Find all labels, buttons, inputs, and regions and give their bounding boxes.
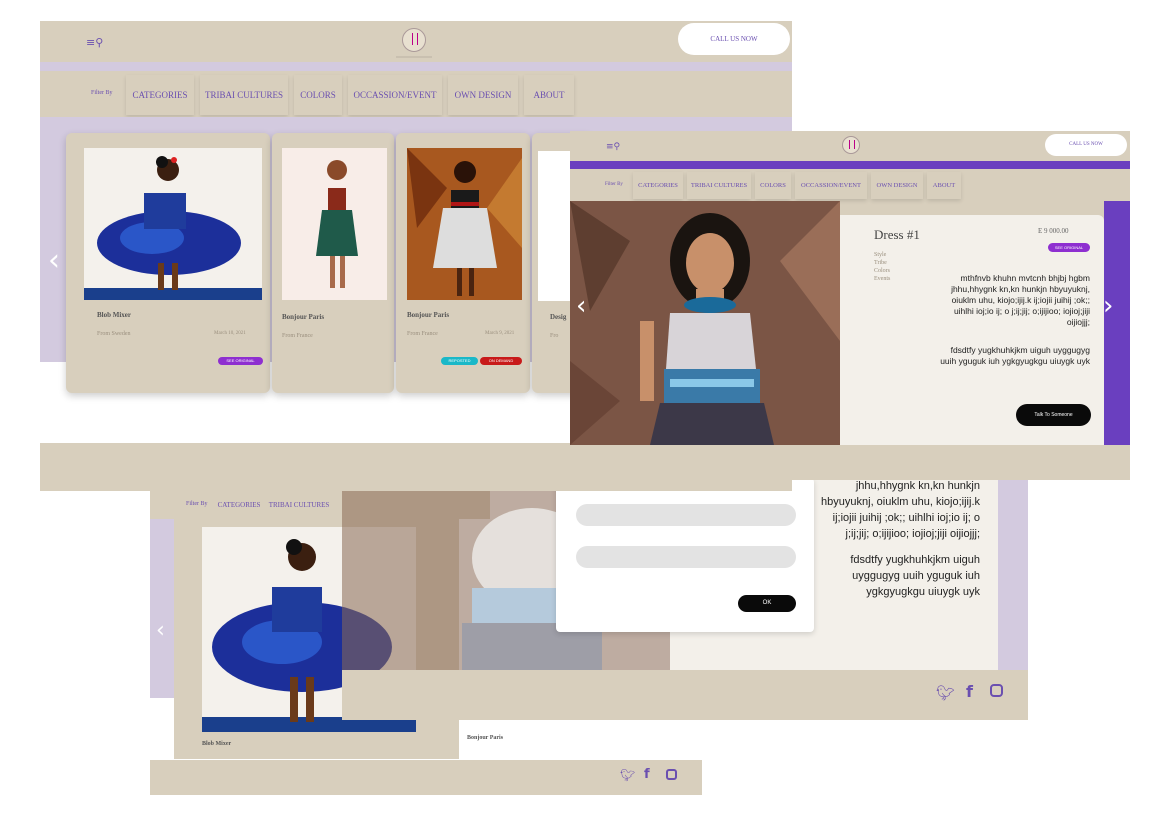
- card-name: Blob Mixer: [202, 741, 232, 747]
- screenshot-detail-view: ≡⚲ CALL US NOW Filter By CATEGORIES TRIB…: [570, 131, 1130, 480]
- on-demand-badge[interactable]: ON DEMAND: [480, 357, 522, 365]
- talk-to-someone-button[interactable]: Talk To Someone: [1016, 404, 1091, 426]
- card-name: Bonjour Paris: [407, 311, 450, 319]
- nav-own-design[interactable]: OWN DESIGN: [448, 75, 518, 115]
- twitter-icon[interactable]: 🐦︎: [620, 768, 635, 782]
- modal-input-1[interactable]: [576, 504, 796, 526]
- nav-bar: Filter By CATEGORIES TRIBAI CULTURES COL…: [40, 71, 792, 117]
- menu-search-icon[interactable]: ≡⚲: [606, 142, 620, 152]
- nav-tribal-cultures[interactable]: TRIBAI CULTURES: [200, 75, 288, 115]
- nav-occasion-event[interactable]: OCCASSION/EVENT: [348, 75, 442, 115]
- instagram-icon[interactable]: [990, 684, 1003, 697]
- description-para-2: fdsdtfy yugkhuhkjkm uiguh uyggugyg uuih …: [940, 345, 1090, 366]
- nav-about[interactable]: ABOUT: [524, 75, 574, 115]
- nav-colors[interactable]: COLORS: [294, 75, 342, 115]
- filter-label: Filter By: [186, 501, 208, 507]
- product-card[interactable]: Bonjour Paris From France: [272, 133, 394, 393]
- filter-label: Filter By: [91, 90, 113, 96]
- product-card[interactable]: Blob Mixer From Sweden March 10, 2021 SE…: [66, 133, 270, 393]
- nav-own-design[interactable]: OWN DESIGN: [871, 172, 923, 199]
- filter-label: Filter By: [605, 182, 623, 187]
- description-text: jhhu,hhygnk kn,kn hunkjn hbyuyuknj, oiuk…: [814, 478, 980, 600]
- ok-button[interactable]: OK: [738, 595, 796, 612]
- logo[interactable]: [842, 136, 860, 154]
- nav-categories[interactable]: CATEGORIES: [126, 75, 194, 115]
- nav-bar: Filter By CATEGORIES TRIBAI CULTURES COL…: [570, 169, 1130, 201]
- dress-image-blob-mixer: [84, 148, 262, 300]
- prev-arrow-icon[interactable]: ‹: [576, 291, 586, 321]
- lavender-strip: [150, 518, 174, 698]
- card-origin: Fro: [550, 333, 559, 339]
- nav-categories[interactable]: CATEGORIES: [633, 172, 683, 199]
- lavender-band: [40, 62, 792, 71]
- desc-line: j;ij;jij; o;ijijioo; iojioj;jiji oijiojj…: [845, 528, 980, 540]
- facebook-icon[interactable]: f: [966, 682, 973, 701]
- spec-tribe: Tribe: [874, 260, 887, 266]
- see-original-badge[interactable]: SEE ORIGINAL: [218, 357, 263, 365]
- desc-line: fdsdtfy yugkhuhkjkm uiguh: [850, 554, 980, 566]
- header: ≡⚲ CALL US NOW: [570, 131, 1130, 161]
- dress-image-bonjour-paris-2: [407, 148, 522, 300]
- product-card[interactable]: Bonjour Paris From France March 9, 2021 …: [396, 133, 530, 393]
- spec-style: Style: [874, 252, 887, 258]
- detail-panel: Dress #1 E 9 000.00 SEE ORIGINAL Style T…: [840, 215, 1104, 445]
- logo[interactable]: [402, 28, 426, 52]
- contact-modal: OK: [556, 478, 814, 632]
- card-name: Desig: [550, 313, 567, 321]
- dress-detail-image: [570, 201, 840, 445]
- nav-about[interactable]: ABOUT: [927, 172, 961, 199]
- footer-left: 🐦︎ f: [150, 760, 702, 795]
- nav-occasion-event[interactable]: OCCASSION/EVENT: [795, 172, 867, 199]
- modal-input-2[interactable]: [576, 546, 796, 568]
- nav-categories[interactable]: CATEGORIES: [214, 495, 264, 515]
- description-para-1: mthfnvb khuhn mvtcnh bhjbj hgbm jhhu,hhy…: [951, 273, 1090, 327]
- desc-line: ij;iojii juihij ;ok;; uihlhi ioj;io ij; …: [832, 512, 980, 524]
- card-origin: From Sweden: [97, 331, 131, 337]
- reposted-badge[interactable]: REPOSTED: [441, 357, 478, 365]
- nav-tribal-cultures[interactable]: TRIBAI CULTURES: [268, 495, 330, 515]
- logo-underline: [396, 56, 432, 58]
- nav-colors[interactable]: COLORS: [755, 172, 791, 199]
- card-name: Bonjour Paris: [282, 313, 325, 321]
- prev-arrow-icon[interactable]: ‹: [48, 243, 60, 278]
- twitter-icon[interactable]: 🐦︎: [936, 684, 955, 702]
- spec-list: Style Tribe Colors Events: [874, 251, 890, 283]
- product-price: E 9 000.00: [1038, 227, 1069, 235]
- screenshot-modal-view: Filter By CATEGORIES TRIBAI CULTURES Blo…: [150, 478, 1028, 795]
- next-arrow-icon[interactable]: ›: [1103, 291, 1113, 321]
- product-title: Dress #1: [874, 227, 920, 242]
- purple-band: [570, 161, 1130, 169]
- desc-line: jhhu,hhygnk kn,kn hunkjn: [855, 480, 980, 492]
- purple-edge: [1104, 201, 1130, 445]
- dress-image-bonjour-paris: [282, 148, 387, 300]
- see-original-badge[interactable]: SEE ORIGINAL: [1048, 243, 1090, 252]
- lavender-strip-right: [998, 478, 1028, 670]
- card-date: March 9, 2021: [485, 331, 515, 336]
- product-card-small[interactable]: Bonjour Paris: [459, 719, 652, 759]
- prev-arrow-icon[interactable]: ‹: [156, 618, 165, 643]
- desc-line: uyggugyg uuih yguguk iuh: [852, 570, 980, 582]
- facebook-icon[interactable]: f: [644, 767, 650, 782]
- footer-right: 🐦︎ f: [342, 670, 1028, 720]
- header: ≡⚲ CALL US NOW: [40, 21, 792, 62]
- desc-line: hbyuyuknj, oiuklm uhu, kiojo;ijij.k: [821, 496, 980, 508]
- card-name: Bonjour Paris: [467, 735, 504, 741]
- call-us-button[interactable]: CALL US NOW: [678, 23, 790, 55]
- spec-events: Events: [874, 276, 891, 282]
- footer: [570, 445, 1130, 480]
- menu-search-icon[interactable]: ≡⚲: [86, 36, 103, 49]
- card-origin: From France: [282, 333, 313, 339]
- desc-line: ygkgyugkgu uiuygk uyk: [866, 586, 980, 598]
- spec-colors: Colors: [874, 268, 891, 274]
- nav-tribal-cultures[interactable]: TRIBAI CULTURES: [687, 172, 751, 199]
- call-us-button[interactable]: CALL US NOW: [1045, 134, 1127, 156]
- card-name: Blob Mixer: [97, 311, 132, 319]
- card-origin: From France: [407, 331, 438, 337]
- instagram-icon[interactable]: [666, 769, 677, 780]
- card-date: March 10, 2021: [214, 331, 246, 336]
